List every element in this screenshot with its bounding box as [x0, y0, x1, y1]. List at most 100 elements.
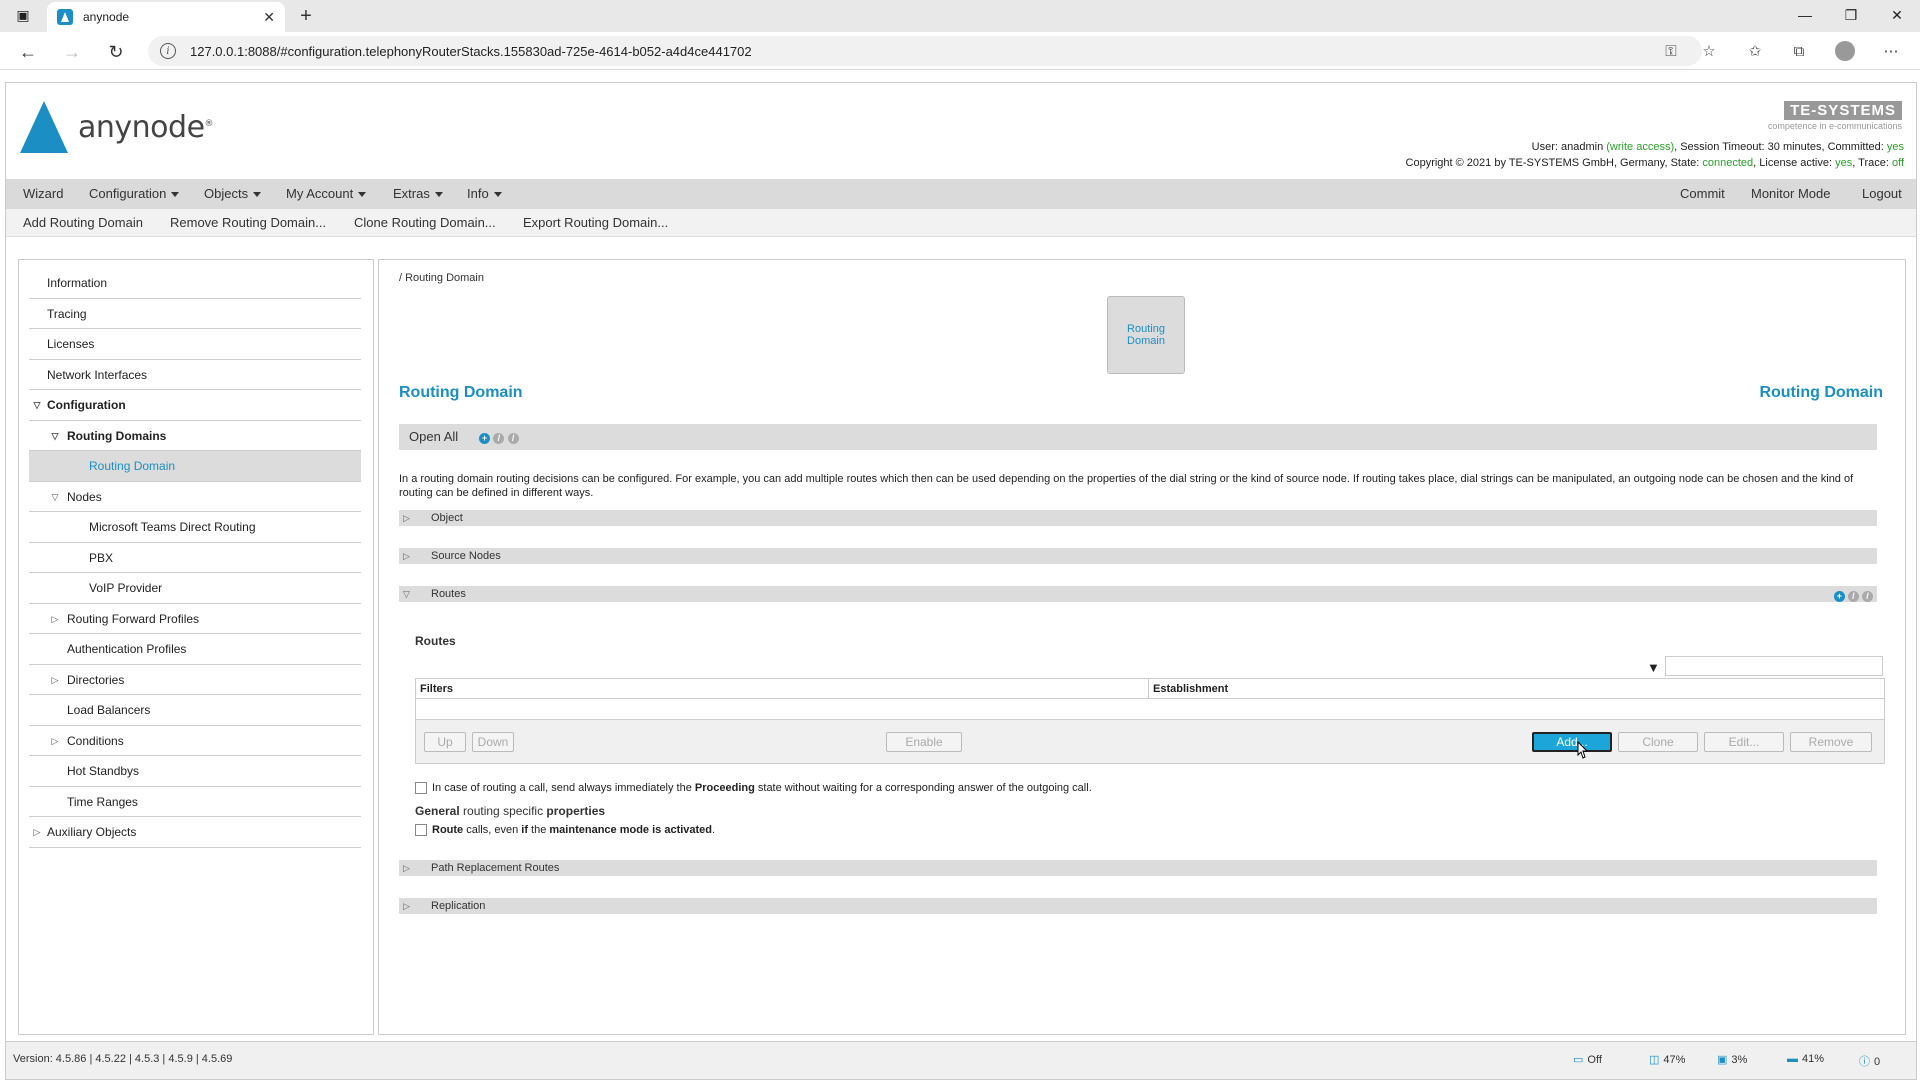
- sidebar-item-auxiliary-objects[interactable]: ▷ Auxiliary Objects: [29, 817, 361, 848]
- section-object[interactable]: ▷ Object: [399, 510, 1877, 526]
- browser-tab[interactable]: anynode ✕: [47, 2, 285, 32]
- table-header: Filters Establishment: [416, 679, 1884, 699]
- status-bar: Version: 4.5.86 | 4.5.22 | 4.5.3 | 4.5.9…: [6, 1041, 1916, 1079]
- collapsed-triangle-icon[interactable]: ▷: [49, 726, 61, 756]
- add-favorite-icon[interactable]: ☆: [1694, 36, 1724, 66]
- sidebar-item-routing-domains[interactable]: ▽ Routing Domains: [29, 421, 361, 451]
- section-replication[interactable]: ▷ Replication: [399, 898, 1877, 914]
- window-close-icon[interactable]: ✕: [1874, 0, 1920, 30]
- enable-button[interactable]: Enable: [886, 732, 962, 752]
- add-circle-icon[interactable]: +: [479, 433, 490, 445]
- sidebar-item-tracing[interactable]: Tracing: [29, 299, 361, 329]
- sidebar-item-load-balancers[interactable]: Load Balancers: [29, 695, 361, 726]
- up-button[interactable]: Up: [424, 732, 466, 752]
- collections-icon[interactable]: ⧉: [1784, 36, 1814, 66]
- remove-button[interactable]: Remove: [1790, 732, 1872, 752]
- sidebar-item-nodes[interactable]: ▽ Nodes: [29, 482, 361, 512]
- back-icon[interactable]: ←: [12, 36, 44, 68]
- remove-circle-icon[interactable]: /: [1862, 590, 1873, 602]
- minimize-icon[interactable]: —: [1782, 0, 1828, 30]
- new-tab-icon[interactable]: +: [292, 2, 320, 30]
- proceeding-checkbox[interactable]: [415, 782, 427, 794]
- section-routes[interactable]: ▽ Routes + / /: [399, 586, 1877, 602]
- sidebar-item-pbx[interactable]: PBX: [29, 543, 361, 573]
- section-source-nodes[interactable]: ▷ Source Nodes: [399, 548, 1877, 564]
- favorites-icon[interactable]: ✩: [1740, 36, 1770, 66]
- collapsed-triangle-icon[interactable]: ▷: [49, 604, 61, 634]
- edit-button[interactable]: Edit...: [1704, 732, 1784, 752]
- collapsed-triangle-icon: ▷: [403, 513, 410, 523]
- remove-routing-domain-button[interactable]: Remove Routing Domain...: [170, 209, 326, 237]
- maintenance-checkbox[interactable]: [415, 824, 427, 836]
- reload-icon[interactable]: ↻: [100, 36, 132, 68]
- column-filters[interactable]: Filters: [416, 679, 1148, 699]
- menu-commit[interactable]: Commit: [1680, 179, 1725, 209]
- forward-icon[interactable]: →: [56, 36, 88, 68]
- collapsed-triangle-icon[interactable]: ▷: [49, 665, 61, 695]
- copyright-line: Copyright © 2021 by TE-SYSTEMS GmbH, Ger…: [1405, 157, 1904, 169]
- expanded-triangle-icon[interactable]: ▽: [31, 390, 43, 420]
- status-network[interactable]: ▣ 3%: [1717, 1053, 1747, 1066]
- sidebar: Information Tracing Licenses Network Int…: [18, 259, 374, 1035]
- column-establishment[interactable]: Establishment: [1148, 679, 1884, 699]
- status-memory[interactable]: ▬ 41%: [1787, 1053, 1824, 1065]
- edit-circle-icon[interactable]: /: [493, 433, 505, 445]
- open-all-button[interactable]: Open All: [409, 424, 458, 450]
- sidebar-item-authentication-profiles[interactable]: Authentication Profiles: [29, 634, 361, 665]
- status-info[interactable]: ⓘ 0: [1859, 1053, 1880, 1069]
- key-icon[interactable]: ⚿: [1656, 36, 1686, 66]
- status-cpu[interactable]: ◫ 47%: [1649, 1053, 1685, 1066]
- menu-configuration[interactable]: Configuration: [89, 179, 180, 209]
- remove-circle-icon[interactable]: /: [507, 433, 519, 445]
- tab-actions-icon[interactable]: ▣: [0, 0, 46, 30]
- sidebar-item-network-interfaces[interactable]: Network Interfaces: [29, 360, 361, 390]
- site-info-icon[interactable]: i: [160, 43, 176, 59]
- profile-icon[interactable]: [1830, 36, 1860, 66]
- sidebar-item-configuration[interactable]: ▽ Configuration: [29, 390, 361, 421]
- sidebar-item-hot-standbys[interactable]: Hot Standbys: [29, 756, 361, 787]
- url-field[interactable]: i 127.0.0.1:8088/#configuration.telephon…: [148, 36, 1702, 66]
- menu-logout[interactable]: Logout: [1862, 179, 1902, 209]
- collapsed-triangle-icon[interactable]: ▷: [31, 817, 43, 847]
- add-button[interactable]: Add...: [1532, 732, 1612, 752]
- sidebar-item-licenses[interactable]: Licenses: [29, 329, 361, 360]
- clone-routing-domain-button[interactable]: Clone Routing Domain...: [354, 209, 496, 237]
- menu-info[interactable]: Info: [467, 179, 502, 209]
- menu-extras[interactable]: Extras: [393, 179, 443, 209]
- info-icon: ⓘ: [1859, 1056, 1870, 1068]
- chevron-down-icon: [253, 192, 262, 198]
- open-all-bar: Open All + / /: [399, 424, 1877, 450]
- expanded-triangle-icon: ▽: [403, 589, 410, 599]
- sidebar-item-ms-teams[interactable]: Microsoft Teams Direct Routing: [29, 512, 361, 543]
- sidebar-item-time-ranges[interactable]: Time Ranges: [29, 787, 361, 817]
- clone-button[interactable]: Clone: [1618, 732, 1698, 752]
- routes-filter-input[interactable]: [1665, 656, 1883, 676]
- collapsed-triangle-icon: ▷: [403, 863, 410, 873]
- sidebar-item-voip-provider[interactable]: VoIP Provider: [29, 573, 361, 604]
- restore-icon[interactable]: ❐: [1828, 0, 1874, 30]
- expanded-triangle-icon[interactable]: ▽: [49, 421, 61, 451]
- sidebar-item-routing-domain[interactable]: Routing Domain: [29, 451, 361, 482]
- add-circle-icon[interactable]: +: [1833, 590, 1845, 602]
- routing-domain-tile[interactable]: Routing Domain: [1107, 296, 1185, 374]
- menu-wizard[interactable]: Wizard: [23, 179, 63, 209]
- sidebar-item-information[interactable]: Information: [29, 268, 361, 299]
- menu-objects[interactable]: Objects: [204, 179, 262, 209]
- menu-monitor-mode[interactable]: Monitor Mode: [1751, 179, 1830, 209]
- anynode-app: anynode® TE-SYSTEMS competence in e-comm…: [5, 82, 1917, 1080]
- page-title: Routing Domain: [399, 384, 523, 401]
- more-icon[interactable]: ⋯: [1876, 36, 1906, 66]
- export-routing-domain-button[interactable]: Export Routing Domain...: [523, 209, 668, 237]
- section-path-replacement-routes[interactable]: ▷ Path Replacement Routes: [399, 860, 1877, 876]
- down-button[interactable]: Down: [472, 732, 514, 752]
- sidebar-item-directories[interactable]: ▷ Directories: [29, 665, 361, 695]
- version-info: Version: 4.5.86 | 4.5.22 | 4.5.3 | 4.5.9…: [13, 1053, 233, 1065]
- edit-circle-icon[interactable]: /: [1847, 590, 1859, 602]
- status-monitor[interactable]: ▭ Off: [1573, 1053, 1602, 1066]
- sidebar-item-routing-forward-profiles[interactable]: ▷ Routing Forward Profiles: [29, 604, 361, 634]
- expanded-triangle-icon[interactable]: ▽: [49, 482, 61, 512]
- tab-close-icon[interactable]: ✕: [263, 9, 275, 26]
- sidebar-item-conditions[interactable]: ▷ Conditions: [29, 726, 361, 756]
- menu-my-account[interactable]: My Account: [286, 179, 367, 209]
- add-routing-domain-button[interactable]: Add Routing Domain: [23, 209, 143, 237]
